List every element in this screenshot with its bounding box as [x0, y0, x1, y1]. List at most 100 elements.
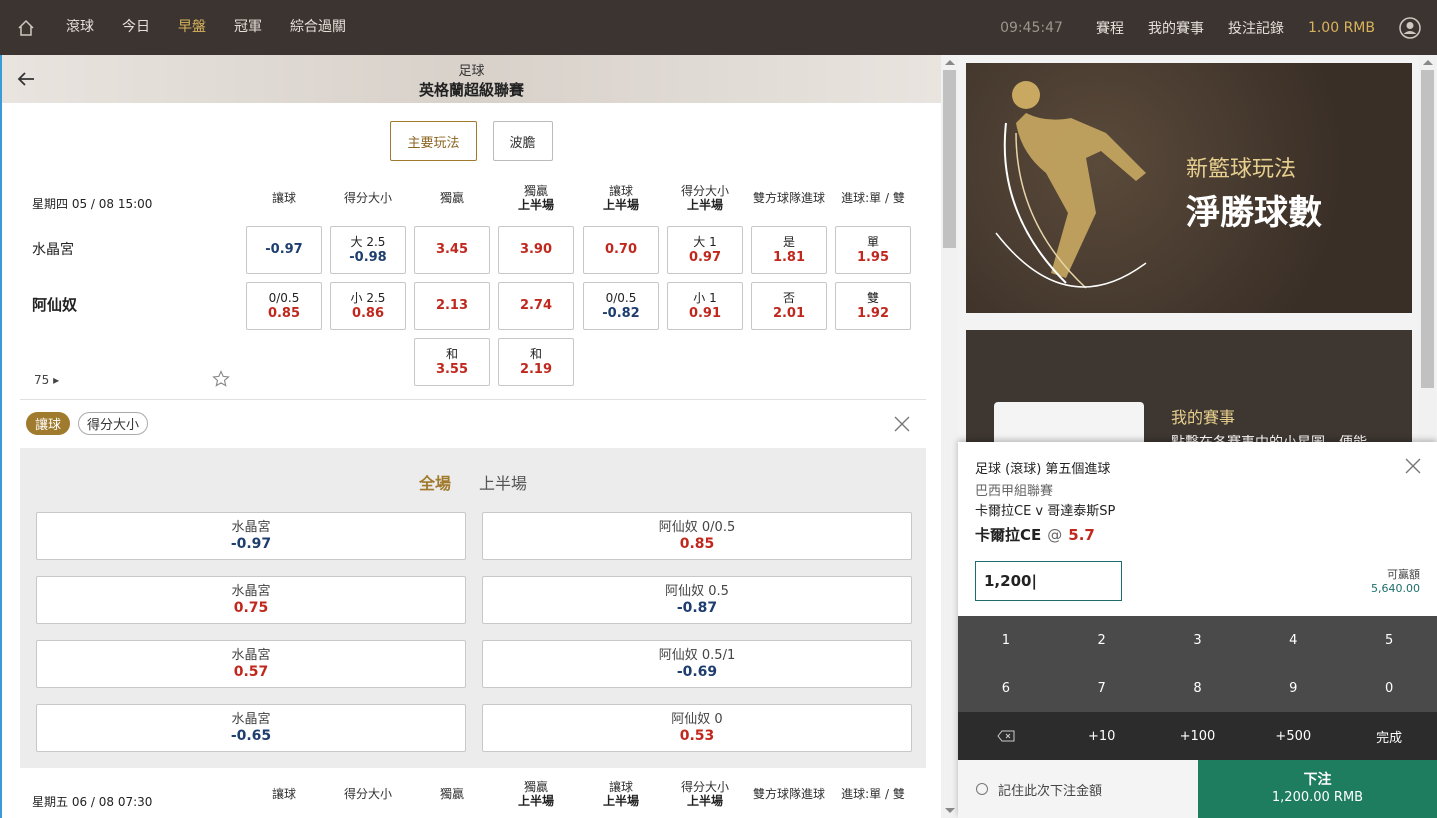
slip-market: 足球 (滾球) 第五個進球: [975, 462, 1111, 477]
handicap-odds-button[interactable]: 水晶宮 -0.65: [36, 704, 466, 752]
keypad-key[interactable]: 0: [1341, 664, 1437, 712]
nav-bet-history[interactable]: 投注記錄: [1228, 18, 1284, 38]
remember-stake-toggle[interactable]: 記住此次下注金額: [958, 760, 1198, 818]
handicap-odds-button[interactable]: 阿仙奴 0 0.53: [482, 704, 912, 752]
odds-button[interactable]: 2.13: [414, 282, 490, 330]
tab-first-half[interactable]: 上半場: [479, 470, 527, 494]
right-scrollbar[interactable]: [1419, 55, 1436, 442]
scroll-thumb[interactable]: [1421, 70, 1434, 388]
handicap-odds-button[interactable]: 阿仙奴 0/0.5 0.85: [482, 512, 912, 560]
period-tabs: 全場 上半場: [20, 470, 926, 494]
tab-main-markets[interactable]: 主要玩法: [390, 121, 477, 161]
keypad-key[interactable]: 3: [1150, 616, 1246, 664]
odds-button[interactable]: 否 2.01: [751, 282, 827, 330]
handicap-odds-button[interactable]: 水晶宮 -0.97: [36, 512, 466, 560]
home-team: 水晶宮: [32, 242, 74, 258]
odds-button[interactable]: 小 1 0.91: [667, 282, 743, 330]
tab-full-time[interactable]: 全場: [419, 470, 451, 494]
keypad-key[interactable]: 4: [1245, 616, 1341, 664]
nav-outright[interactable]: 冠軍: [220, 0, 276, 55]
nav-today[interactable]: 今日: [108, 0, 164, 55]
quick-filter-pills: 讓球 得分大小: [26, 412, 149, 435]
scroll-thumb[interactable]: [943, 70, 956, 248]
column-header: 得分大小: [343, 787, 392, 801]
nav-schedule[interactable]: 賽程: [1096, 18, 1124, 38]
odds-button[interactable]: -0.97: [246, 226, 322, 274]
handicap-odds-button[interactable]: 阿仙奴 0.5 -0.87: [482, 576, 912, 624]
column-header: 得分大小 上半場: [680, 184, 729, 212]
quick-stake-key[interactable]: +10: [1053, 712, 1150, 760]
more-markets-count[interactable]: 75 ▸: [34, 373, 59, 387]
handicap-odds-button[interactable]: 水晶宮 0.75: [36, 576, 466, 624]
column-header: 讓球: [271, 191, 296, 205]
place-bet-amount: 1,200.00 RMB: [1271, 790, 1364, 805]
nav-inplay[interactable]: 滾球: [52, 0, 108, 55]
backspace-key[interactable]: [958, 712, 1054, 760]
market-tabs: 主要玩法 波膽: [2, 103, 941, 179]
away-team: 阿仙奴: [32, 296, 78, 314]
backspace-icon: [997, 730, 1015, 742]
to-win-label: 可贏額: [1387, 568, 1420, 581]
handicap-panel: 全場 上半場 水晶宮 -0.97 阿仙奴 0/0.5 0.85 水晶宮 0.75 阿仙奴 0…: [20, 448, 926, 768]
quick-stake-key[interactable]: +500: [1245, 712, 1342, 760]
handicap-odds-button[interactable]: 水晶宮 0.57: [36, 640, 466, 688]
place-bet-button[interactable]: 下注 1,200.00 RMB: [1198, 760, 1437, 818]
keypad-key[interactable]: 7: [1054, 664, 1150, 712]
divider: [20, 399, 926, 400]
tab-correct-score[interactable]: 波膽: [492, 121, 553, 161]
promo-banner-my-events[interactable]: 我的賽事 點擊在各賽事中的小星圖，便能: [966, 330, 1412, 450]
odds-button[interactable]: 2.74: [498, 282, 574, 330]
scroll-up-icon[interactable]: [945, 60, 955, 65]
close-slip-icon[interactable]: [1405, 458, 1421, 474]
odds-button[interactable]: 是 1.81: [751, 226, 827, 274]
odds-button[interactable]: 單 1.95: [835, 226, 911, 274]
odds-button[interactable]: 0/0.5 0.85: [246, 282, 322, 330]
odds-button[interactable]: 大 2.5 -0.98: [330, 226, 406, 274]
nav-my-events[interactable]: 我的賽事: [1148, 18, 1204, 38]
handicap-odds-button[interactable]: 阿仙奴 0.5/1 -0.69: [482, 640, 912, 688]
promo-banner-basketball[interactable]: 新籃球玩法 淨勝球數: [966, 63, 1412, 313]
scroll-down-icon[interactable]: [945, 808, 955, 813]
odds-button[interactable]: 小 2.5 0.86: [330, 282, 406, 330]
favorite-star-icon[interactable]: [212, 370, 230, 388]
keypad-key[interactable]: 8: [1150, 664, 1246, 712]
keypad-key[interactable]: 2: [1054, 616, 1150, 664]
odds-button[interactable]: 0/0.5 -0.82: [583, 282, 659, 330]
odds-button[interactable]: 雙 1.92: [835, 282, 911, 330]
nav-early[interactable]: 早盤: [164, 0, 220, 55]
keypad-key[interactable]: 6: [958, 664, 1054, 712]
keypad-key[interactable]: 9: [1245, 664, 1341, 712]
column-header: 得分大小 上半場: [680, 780, 729, 808]
stake-input[interactable]: 1,200|: [975, 561, 1122, 601]
close-icon[interactable]: [893, 415, 911, 433]
done-key[interactable]: 完成: [1341, 712, 1437, 760]
match-date: 星期五 06 / 08 07:30: [32, 795, 153, 809]
quick-stake-key[interactable]: +100: [1149, 712, 1246, 760]
odds-button[interactable]: 和 3.55: [414, 338, 490, 386]
column-header: 讓球: [271, 787, 296, 801]
home-button[interactable]: [0, 0, 52, 55]
banner2-title: 我的賽事: [1171, 408, 1236, 427]
match-card: 星期四 05 / 08 15:00 水晶宮 阿仙奴 75 ▸ 讓球 得分大小 獨贏 獨…: [2, 179, 941, 401]
odds-button[interactable]: 3.45: [414, 226, 490, 274]
odds-button[interactable]: 3.90: [498, 226, 574, 274]
pill-handicap[interactable]: 讓球: [26, 412, 71, 435]
odds-button[interactable]: 0.70: [583, 226, 659, 274]
slip-price: 5.7: [1068, 526, 1095, 544]
slip-event: 卡爾拉CE v 哥達泰斯SP: [975, 504, 1116, 519]
main-scrollbar[interactable]: [941, 55, 958, 818]
pill-over-under[interactable]: 得分大小: [78, 412, 149, 435]
column-header: 獨贏 上半場: [517, 780, 554, 808]
back-arrow-icon[interactable]: [16, 69, 36, 89]
slip-league: 巴西甲組聯賽: [975, 484, 1054, 499]
scroll-up-icon[interactable]: [1423, 60, 1433, 65]
radio-icon[interactable]: [976, 783, 988, 795]
avatar-icon[interactable]: [1399, 16, 1421, 39]
keypad-key[interactable]: 1: [958, 616, 1054, 664]
keypad-key[interactable]: 5: [1341, 616, 1437, 664]
odds-button[interactable]: 大 1 0.97: [667, 226, 743, 274]
nav-parlay[interactable]: 綜合過關: [276, 0, 360, 55]
odds-button[interactable]: 和 2.19: [498, 338, 574, 386]
to-win-value: 5,640.00: [1371, 582, 1420, 595]
column-header: 獨贏: [439, 191, 464, 205]
